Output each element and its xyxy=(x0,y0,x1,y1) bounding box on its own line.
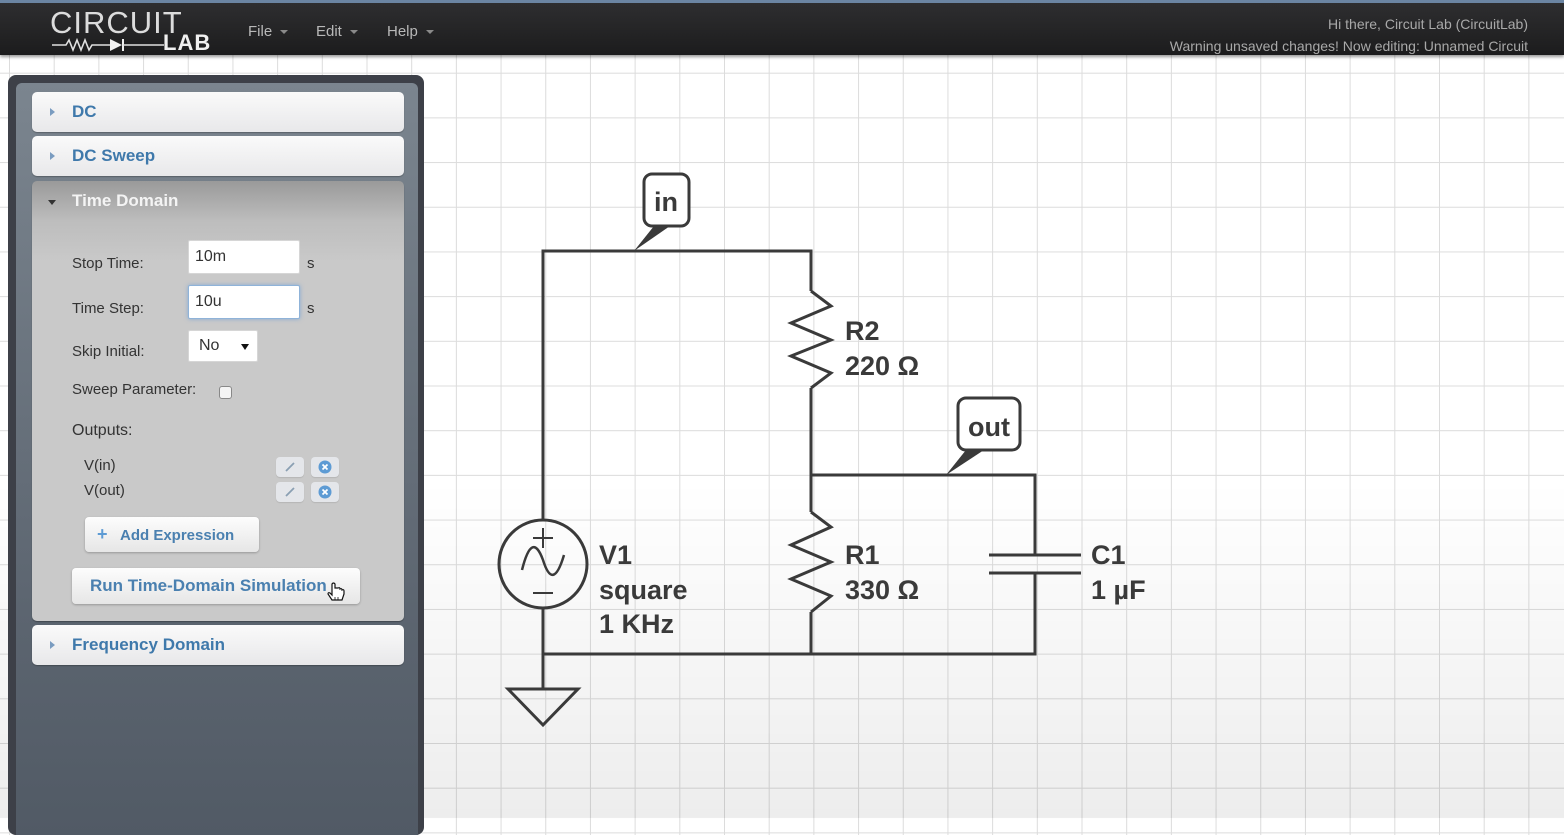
resistor-r1-symbol xyxy=(787,510,835,614)
r2-name[interactable]: R2 xyxy=(845,316,880,346)
wire xyxy=(541,249,813,519)
v1-type[interactable]: square xyxy=(599,575,688,605)
node-label-out-text: out xyxy=(968,412,1010,442)
r1-name[interactable]: R1 xyxy=(845,540,880,570)
ground-symbol xyxy=(504,687,582,728)
v1-frequency[interactable]: 1 KHz xyxy=(599,609,674,639)
r2-value[interactable]: 220 Ω xyxy=(845,351,919,381)
node-label-in[interactable]: in xyxy=(634,172,691,251)
r1-value[interactable]: 330 Ω xyxy=(845,575,919,605)
c1-name[interactable]: C1 xyxy=(1091,540,1126,570)
node-label-in-text: in xyxy=(654,187,678,217)
v1-name[interactable]: V1 xyxy=(599,540,632,570)
resistor-r2-symbol xyxy=(787,289,835,390)
c1-value[interactable]: 1 µF xyxy=(1091,575,1146,605)
sine-wave-icon xyxy=(520,546,566,576)
circuit-schematic[interactable]: in out R2 220 Ω R1 330 Ω C1 1 µF V1 squa… xyxy=(0,0,1564,818)
node-label-out[interactable]: out xyxy=(946,396,1022,475)
